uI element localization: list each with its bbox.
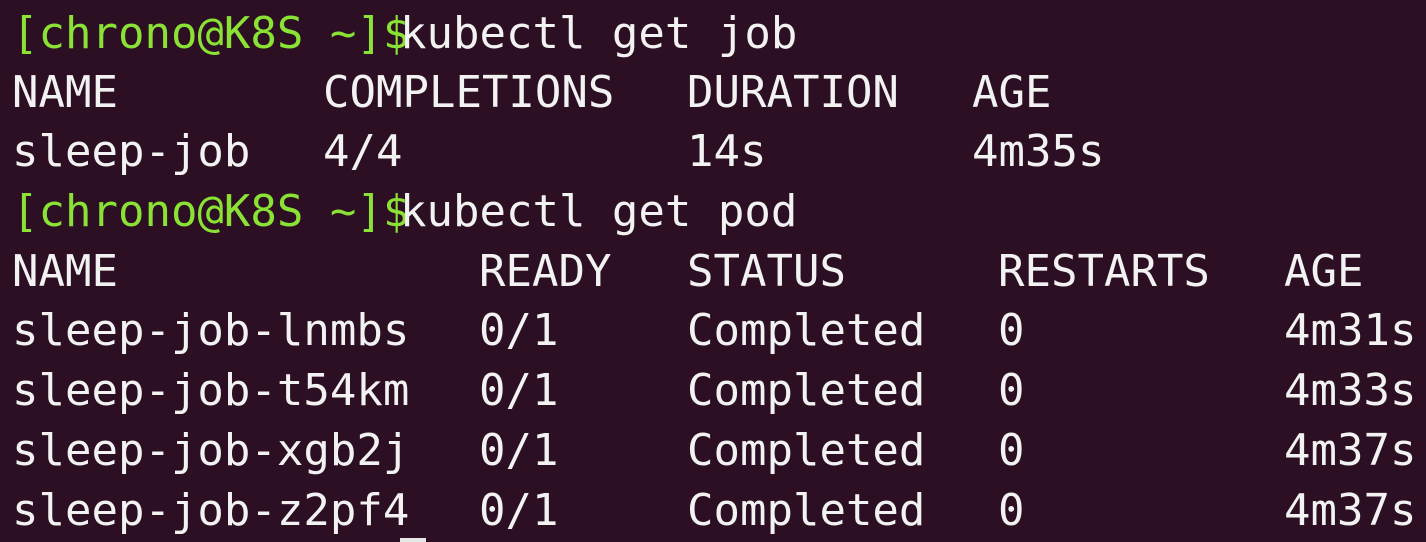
table-cell: 4m33s bbox=[1284, 365, 1417, 416]
table-cell: sleep-job bbox=[12, 126, 251, 177]
table-cell: Completed bbox=[687, 365, 926, 416]
table-cell: 0 bbox=[998, 305, 1025, 356]
table-cell: 0 bbox=[998, 485, 1025, 536]
table-cell: 4m31s bbox=[1284, 305, 1417, 356]
command-text: kubectl get job bbox=[400, 8, 798, 59]
column-header: DURATION bbox=[687, 67, 899, 118]
pod-table-header: NAME READY STATUS RESTARTS AGE bbox=[12, 242, 1426, 302]
text-cursor bbox=[400, 538, 426, 542]
command-line: [chrono@K8S ~]$ kubectl get job bbox=[12, 4, 1426, 64]
command-text: kubectl get pod bbox=[400, 186, 798, 237]
table-cell: Completed bbox=[687, 305, 926, 356]
terminal-window[interactable]: [chrono@K8S ~]$ kubectl get job NAME COM… bbox=[0, 0, 1426, 542]
table-cell: 0/1 bbox=[479, 485, 559, 536]
table-cell: 14s bbox=[687, 126, 767, 177]
table-cell: 4m35s bbox=[972, 126, 1105, 177]
column-header: COMPLETIONS bbox=[323, 67, 615, 118]
table-cell: sleep-job-lnmbs bbox=[12, 305, 410, 356]
column-header: READY bbox=[479, 246, 612, 297]
column-header: AGE bbox=[972, 67, 1052, 118]
column-header: RESTARTS bbox=[998, 246, 1210, 297]
table-row: sleep-job-lnmbs 0/1 Completed 0 4m31s bbox=[12, 301, 1426, 361]
column-header: STATUS bbox=[687, 246, 846, 297]
column-header: AGE bbox=[1284, 246, 1364, 297]
table-row: sleep-job 4/4 14s 4m35s bbox=[12, 122, 1426, 182]
table-cell: 4/4 bbox=[323, 126, 403, 177]
table-row: sleep-job-xgb2j 0/1 Completed 0 4m37s bbox=[12, 421, 1426, 481]
shell-prompt: [chrono@K8S ~]$ bbox=[12, 8, 410, 59]
table-cell: sleep-job-xgb2j bbox=[12, 425, 410, 476]
table-cell: sleep-job-t54km bbox=[12, 365, 410, 416]
table-cell: sleep-job-z2pf4 bbox=[12, 485, 410, 536]
shell-prompt: [chrono@K8S ~]$ bbox=[12, 186, 410, 237]
table-cell: 0/1 bbox=[479, 365, 559, 416]
table-row: sleep-job-t54km 0/1 Completed 0 4m33s bbox=[12, 361, 1426, 421]
table-cell: 0 bbox=[998, 365, 1025, 416]
column-header: NAME bbox=[12, 67, 118, 118]
table-cell: Completed bbox=[687, 485, 926, 536]
command-line: [chrono@K8S ~]$ kubectl get pod bbox=[12, 182, 1426, 242]
table-cell: 4m37s bbox=[1284, 485, 1417, 536]
table-cell: 4m37s bbox=[1284, 425, 1417, 476]
table-cell: 0/1 bbox=[479, 425, 559, 476]
table-row: sleep-job-z2pf4 0/1 Completed 0 4m37s bbox=[12, 481, 1426, 541]
job-table-header: NAME COMPLETIONS DURATION AGE bbox=[12, 63, 1426, 123]
table-cell: Completed bbox=[687, 425, 926, 476]
column-header: NAME bbox=[12, 246, 118, 297]
table-cell: 0 bbox=[998, 425, 1025, 476]
table-cell: 0/1 bbox=[479, 305, 559, 356]
